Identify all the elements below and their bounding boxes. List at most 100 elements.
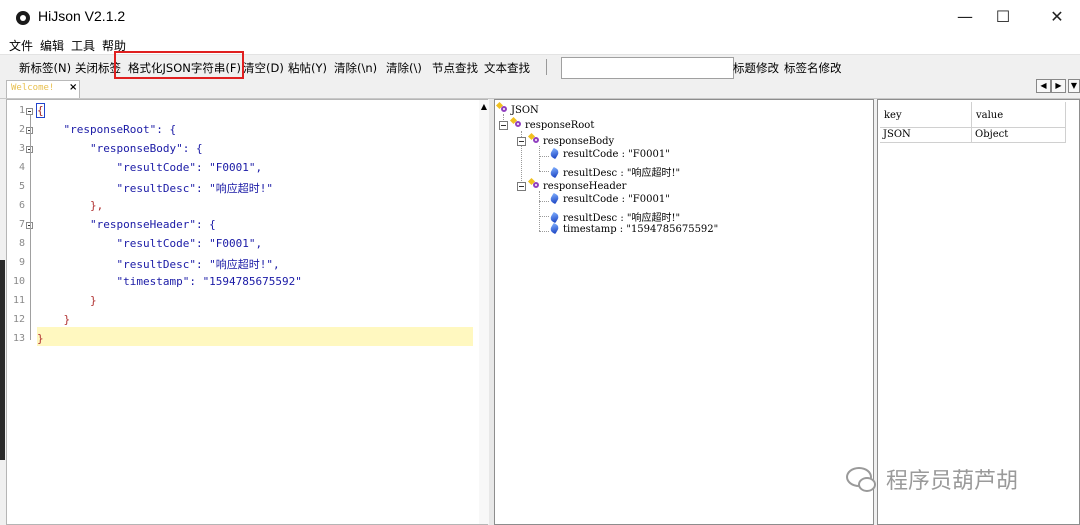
code-line: "resultDesc": "响应超时!" [37, 182, 274, 195]
code-line: } [37, 313, 71, 326]
new-tab-button[interactable]: 新标签(N) [19, 60, 71, 76]
paste-button[interactable]: 粘帖(Y) [288, 60, 327, 76]
tab-prev-icon[interactable]: ◀ [1036, 79, 1051, 93]
clear-button[interactable]: 清空(D) [243, 60, 284, 76]
tree-node-label: responseBody [543, 136, 615, 147]
tree-node-leaf[interactable]: resultCode : "F0001" [549, 192, 670, 205]
line-number: 9 [18, 257, 25, 268]
tree-node-responseHeader[interactable]: responseHeader [527, 177, 626, 192]
find-text-button[interactable]: 文本查找 [484, 60, 530, 76]
line-number: 7 [18, 219, 25, 230]
close-button[interactable]: ✕ [1034, 0, 1080, 36]
line-number: 13 [12, 333, 25, 344]
tree-node-label: responseRoot [525, 120, 595, 131]
rename-tab-button[interactable]: 标题修改 [733, 60, 779, 76]
column-header-key[interactable]: key [880, 102, 972, 128]
tab-welcome[interactable]: Welcome! × [6, 80, 80, 98]
scroll-up-icon[interactable]: ▲ [479, 102, 489, 111]
tree-guide [539, 171, 549, 172]
line-number: 3 [18, 143, 25, 154]
maximize-button[interactable]: ☐ [980, 0, 1026, 36]
window-title: HiJson V2.1.2 [38, 8, 126, 24]
menu-edit[interactable]: 编辑 [40, 37, 64, 54]
code-line: } [37, 294, 97, 307]
tree-node-leaf[interactable]: resultDesc : "响应超时!" [549, 209, 680, 224]
tree-node-label: resultCode : "F0001" [563, 149, 670, 160]
tree-node-leaf[interactable]: resultCode : "F0001" [549, 147, 670, 160]
tab-next-icon[interactable]: ▶ [1051, 79, 1066, 93]
tree-collapse-icon[interactable] [499, 121, 508, 130]
tree-collapse-icon[interactable] [517, 182, 526, 191]
app-logo-icon [16, 11, 30, 25]
tree-guide [539, 231, 549, 232]
tree-node-responseRoot[interactable]: responseRoot [509, 116, 595, 131]
remove-newline-button[interactable]: 清除(\n) [334, 60, 377, 76]
fold-guide [30, 115, 31, 340]
code-line: "timestamp": "1594785675592" [37, 275, 302, 288]
code-line: "responseBody": { [37, 142, 203, 155]
tree-guide [539, 156, 549, 157]
wechat-icon [846, 467, 876, 492]
menu-tools[interactable]: 工具 [71, 37, 95, 54]
rename-tag-button[interactable]: 标签名修改 [784, 60, 842, 76]
line-number: 4 [18, 162, 25, 173]
current-line-highlight [37, 327, 473, 346]
tab-close-icon[interactable]: × [69, 82, 77, 93]
find-node-button[interactable]: 节点查找 [432, 60, 478, 76]
table-cell-value[interactable]: Object [972, 128, 1066, 143]
leaf-icon [549, 211, 560, 224]
menu-file[interactable]: 文件 [9, 37, 33, 54]
tree-guide [539, 201, 549, 202]
line-number: 10 [12, 276, 25, 287]
tree-node-responseBody[interactable]: responseBody [527, 132, 615, 147]
code-line: "resultDesc": "响应超时!", [37, 258, 280, 271]
line-number: 12 [12, 314, 25, 325]
fold-toggle-icon[interactable] [26, 108, 33, 115]
tab-label: Welcome! [11, 83, 55, 93]
leaf-icon [549, 222, 560, 235]
tree-guide [539, 216, 549, 217]
highlight-box [114, 51, 244, 79]
tab-strip: Welcome! × [0, 80, 1080, 99]
tree-node-leaf[interactable]: resultDesc : "响应超时!" [549, 164, 681, 179]
column-header-value[interactable]: value [972, 102, 1066, 128]
tree-guide [539, 191, 540, 231]
editor-scrollbar[interactable]: ▲ [479, 100, 489, 524]
code-line: "resultCode": "F0001", [37, 237, 263, 250]
code-line: "responseRoot": { [37, 123, 177, 136]
line-number: 8 [18, 238, 25, 249]
code-line: "responseHeader": { [37, 218, 216, 231]
code-line: }, [37, 199, 104, 212]
remove-backslash-button[interactable]: 清除(\) [386, 60, 422, 76]
watermark: 程序员葫芦胡 [846, 461, 1066, 495]
tree-guide [539, 146, 540, 171]
tree-node-root[interactable]: JSON [495, 101, 539, 116]
toolbar-separator [546, 59, 547, 75]
code-line: } [37, 332, 44, 345]
code-line: { [36, 103, 45, 118]
line-number: 1 [18, 105, 25, 116]
line-number: 2 [18, 124, 25, 135]
tree-node-label: resultCode : "F0001" [563, 194, 670, 205]
json-tree[interactable]: JSON responseRoot responseBody resultCod… [494, 99, 874, 525]
table-cell-key[interactable]: JSON [880, 128, 972, 143]
leaf-icon [549, 166, 560, 179]
tree-node-leaf[interactable]: timestamp : "1594785675592" [549, 222, 719, 235]
leaf-icon [549, 147, 560, 160]
tree-collapse-icon[interactable] [517, 137, 526, 146]
line-gutter: 1 2 3 4 5 6 7 8 9 10 11 12 13 [7, 100, 37, 524]
object-icon [527, 177, 540, 190]
tab-menu-icon[interactable]: ▼ [1068, 79, 1080, 93]
title-bar: HiJson V2.1.2 — ☐ ✕ [0, 0, 1080, 36]
object-icon [527, 132, 540, 145]
background-window-edge [0, 260, 5, 460]
tree-node-label: resultDesc : "响应超时!" [563, 168, 681, 179]
object-icon [495, 101, 508, 114]
json-editor[interactable]: 1 2 3 4 5 6 7 8 9 10 11 12 13 { "respons… [6, 99, 489, 525]
line-number: 6 [18, 200, 25, 211]
line-number: 11 [12, 295, 25, 306]
tree-node-label: timestamp : "1594785675592" [563, 224, 719, 235]
object-icon [509, 116, 522, 129]
code-line: "resultCode": "F0001", [37, 161, 263, 174]
search-input[interactable] [561, 57, 734, 79]
